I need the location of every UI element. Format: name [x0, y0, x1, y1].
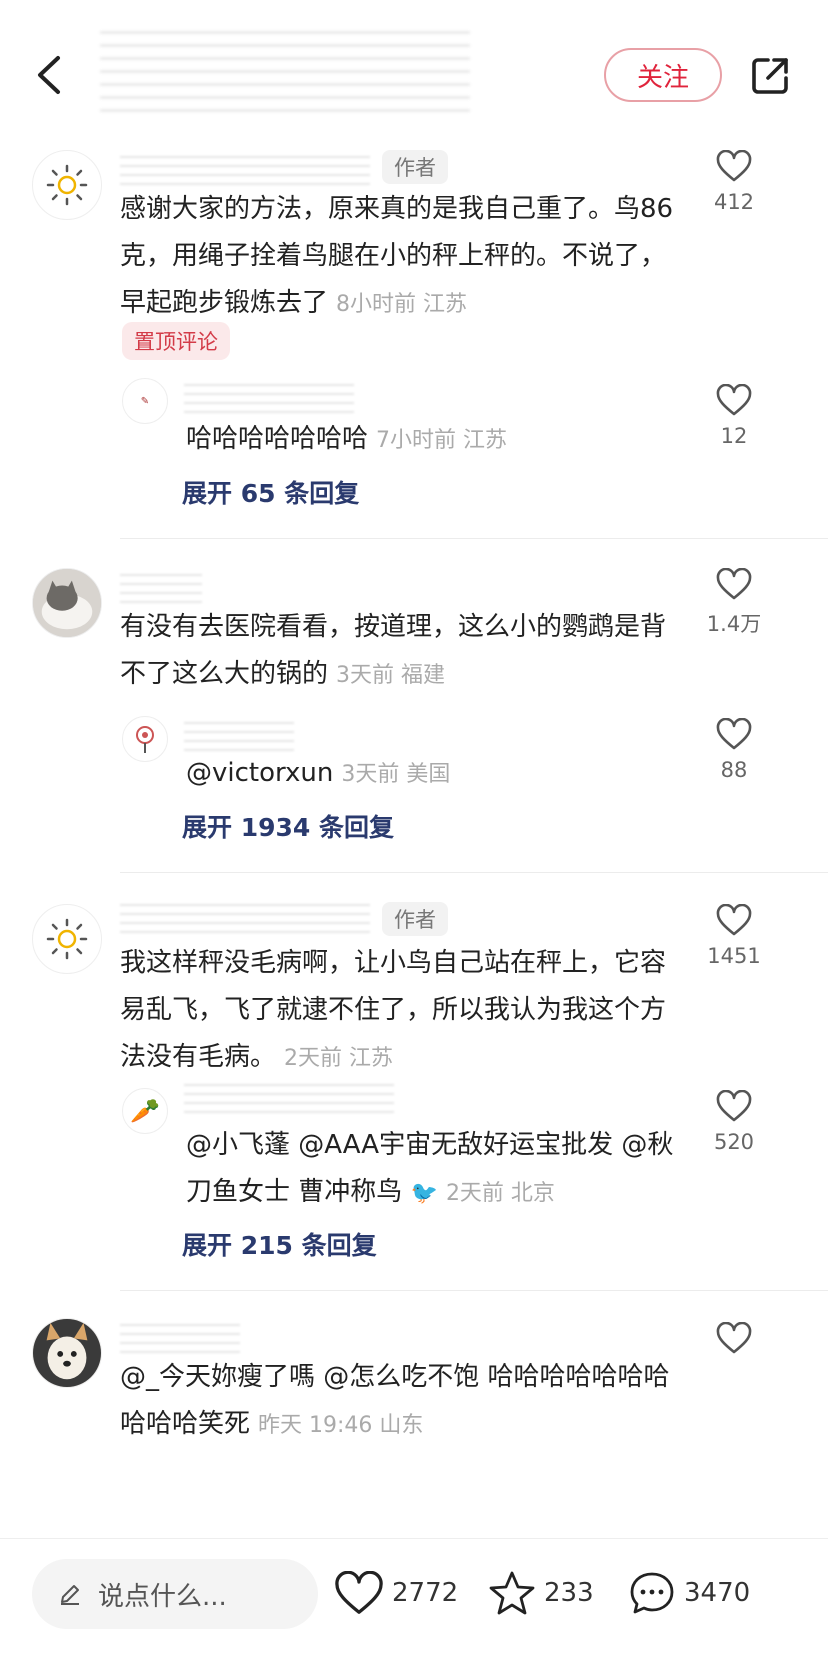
chat-bubble-icon	[630, 1572, 674, 1614]
top-bar: 关注	[0, 0, 828, 150]
divider	[120, 872, 828, 873]
reply-meta: 7小时前 江苏	[376, 428, 508, 453]
blurred-username	[120, 570, 202, 604]
reply-body: 哈哈哈哈哈哈哈	[186, 424, 369, 454]
comment-input-placeholder: 说点什么...	[98, 1581, 227, 1612]
author-tag: 作者	[382, 150, 448, 184]
expand-replies-link[interactable]: 展开 65 条回复	[182, 474, 359, 510]
heart-icon	[716, 904, 752, 936]
like-total-count: 2772	[392, 1578, 459, 1608]
reply-text: 哈哈哈哈哈哈哈 7小时前 江苏	[186, 416, 686, 464]
heart-icon	[716, 150, 752, 182]
blurred-username	[184, 718, 294, 752]
avatar[interactable]	[32, 904, 102, 974]
comment-item: 作者 我这样秤没毛病啊，让小鸟自己站在秤上，它容易乱飞，飞了就逮不住了，所以我认…	[0, 900, 828, 1290]
reply-body: @victorxun	[186, 758, 334, 788]
like-count: 412	[713, 190, 755, 214]
like-count: 12	[720, 424, 748, 448]
favorite-count: 233	[544, 1578, 594, 1608]
blurred-username	[100, 25, 470, 120]
expand-replies-link[interactable]: 展开 1934 条回复	[182, 808, 394, 844]
comment-item: @_今天妳瘦了嗎 @怎么吃不饱 哈哈哈哈哈哈哈哈哈哈笑死 昨天 19:46 山东	[0, 1318, 828, 1528]
like-count: 1.4万	[706, 612, 762, 636]
pencil-icon	[61, 1585, 79, 1605]
like-count: 1451	[707, 944, 761, 968]
bottom-action-bar: 说点什么... 2772 233 3470	[0, 1538, 828, 1656]
reply-avatar[interactable]: ✎	[122, 378, 168, 424]
lollipop-icon	[136, 726, 154, 753]
heart-icon	[716, 718, 752, 750]
avatar[interactable]	[32, 150, 102, 220]
heart-icon	[716, 1090, 752, 1122]
cat-photo-avatar	[33, 569, 101, 637]
comment-text: 我这样秤没毛病啊，让小鸟自己站在秤上，它容易乱飞，飞了就逮不住了，所以我认为我这…	[120, 940, 680, 1082]
reply-like-button[interactable]: 88	[704, 718, 764, 782]
like-button[interactable]: 1451	[704, 904, 764, 968]
sun-icon	[46, 918, 88, 960]
comment-count: 3470	[684, 1578, 751, 1608]
comment-text: 有没有去医院看看，按道理，这么小的鹦鹉是背不了这么大的锅的 3天前 福建	[120, 604, 680, 699]
heart-icon	[716, 1322, 752, 1354]
blurred-username	[120, 900, 370, 934]
heart-icon	[335, 1571, 383, 1614]
comment-input[interactable]: 说点什么...	[32, 1559, 318, 1629]
comment-text: @_今天妳瘦了嗎 @怎么吃不饱 哈哈哈哈哈哈哈哈哈哈笑死 昨天 19:46 山东	[120, 1354, 680, 1449]
expand-replies-link[interactable]: 展开 215 条回复	[182, 1226, 377, 1262]
comment-meta: 2天前 江苏	[284, 1046, 394, 1071]
reply-avatar[interactable]	[122, 716, 168, 762]
comment-item: 作者 感谢大家的方法，原来真的是我自己重了。鸟86克，用绳子拴着鸟腿在小的秤上秤…	[0, 150, 828, 540]
author-tag: 作者	[382, 902, 448, 936]
avatar[interactable]	[32, 568, 102, 638]
heart-icon	[716, 384, 752, 416]
comment-body: 我这样秤没毛病啊，让小鸟自己站在秤上，它容易乱飞，飞了就逮不住了，所以我认为我这…	[120, 948, 667, 1072]
comment-text: 感谢大家的方法，原来真的是我自己重了。鸟86克，用绳子拴着鸟腿在小的秤上秤的。不…	[120, 186, 680, 328]
like-total-button[interactable]: 2772	[334, 1563, 458, 1623]
dog-photo-avatar	[33, 1319, 101, 1387]
like-button[interactable]: 412	[704, 150, 764, 214]
carrot-icon: 🥕	[130, 1097, 160, 1125]
follow-button[interactable]: 关注	[604, 48, 722, 102]
blurred-username	[120, 152, 370, 186]
comment-meta: 8小时前 江苏	[336, 292, 468, 317]
favorite-button[interactable]: 233	[488, 1563, 594, 1623]
comment-meta: 3天前 福建	[336, 663, 446, 688]
like-button[interactable]	[704, 1322, 764, 1354]
reply-like-button[interactable]: 12	[704, 384, 764, 448]
blurred-username	[184, 380, 354, 414]
pinned-badge: 置顶评论	[122, 322, 230, 360]
blurred-username	[120, 1320, 240, 1354]
reply-like-button[interactable]: 520	[704, 1090, 764, 1154]
bird-emoji-icon: 🐦	[410, 1181, 438, 1206]
like-count: 520	[713, 1130, 755, 1154]
avatar[interactable]	[32, 1318, 102, 1388]
blurred-username	[184, 1080, 394, 1114]
calligraphy-avatar-icon: ✎	[140, 395, 150, 407]
comment-item: 有没有去医院看看，按道理，这么小的鹦鹉是背不了这么大的锅的 3天前 福建 1.4万…	[0, 568, 828, 868]
reply-avatar[interactable]: 🥕	[122, 1088, 168, 1134]
comment-meta: 昨天 19:46 山东	[258, 1413, 424, 1438]
divider	[120, 1290, 828, 1291]
heart-icon	[716, 568, 752, 600]
like-button[interactable]: 1.4万	[704, 568, 764, 638]
reply-meta: 3天前 美国	[341, 762, 451, 787]
comments-button[interactable]: 3470	[628, 1563, 750, 1623]
reply-text: @victorxun 3天前 美国	[186, 750, 686, 798]
reply-meta: 2天前 北京	[445, 1181, 555, 1206]
reply-text: @小飞蓬 @AAA宇宙无敌好运宝批发 @秋刀鱼女士 曹冲称鸟 🐦 2天前 北京	[186, 1122, 686, 1217]
like-count: 88	[720, 758, 748, 782]
share-icon[interactable]	[748, 54, 792, 98]
star-icon	[489, 1571, 535, 1615]
back-icon[interactable]	[30, 50, 70, 100]
divider	[120, 538, 828, 539]
sun-icon	[46, 164, 88, 206]
